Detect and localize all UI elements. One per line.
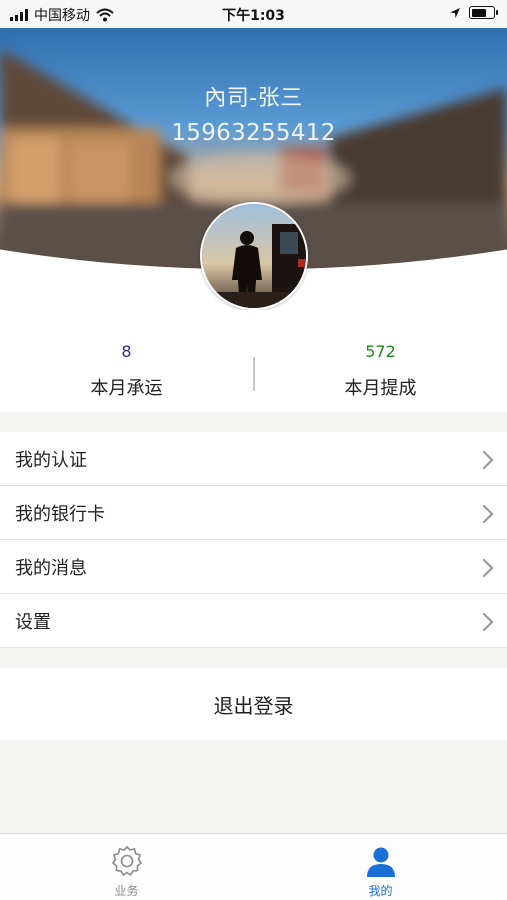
tab-bar: 业务 我的 (0, 833, 507, 900)
stat-shipments-label: 本月承运 (90, 378, 163, 399)
menu-item-messages[interactable]: 我的消息 (0, 540, 507, 594)
stat-commission[interactable]: 572 本月提成 (254, 310, 507, 412)
chevron-right-icon (482, 450, 494, 470)
chevron-right-icon (482, 504, 494, 524)
stat-commission-value: 572 (365, 342, 396, 361)
user-phone: 15963255412 (171, 120, 336, 146)
menu-item-label: 我的消息 (15, 557, 87, 579)
tab-business-label: 业务 (114, 884, 139, 898)
tab-mine[interactable]: 我的 (254, 834, 507, 900)
tab-business[interactable]: 业务 (0, 834, 253, 900)
monthly-stats: 8 本月承运 572 本月提成 (0, 310, 507, 412)
stat-commission-label: 本月提成 (344, 378, 417, 399)
location-arrow-icon (450, 7, 460, 18)
logout-button[interactable]: 退出登录 (0, 668, 507, 740)
profile-screen: 中国移动 下午1:03 內司-张三 15963255412 8 本月承运 572… (0, 0, 507, 900)
chevron-right-icon (482, 558, 494, 578)
profile-header: 內司-张三 15963255412 (0, 28, 507, 310)
menu-item-verification[interactable]: 我的认证 (0, 432, 507, 486)
gear-icon (111, 845, 143, 877)
avatar[interactable] (200, 202, 308, 310)
menu-item-label: 设置 (15, 611, 51, 633)
menu-item-label: 我的认证 (15, 449, 87, 471)
avatar-photo (202, 204, 306, 308)
battery-icon (469, 6, 498, 19)
menu-item-settings[interactable]: 设置 (0, 594, 507, 648)
person-icon (367, 847, 395, 877)
status-time: 下午1:03 (222, 8, 285, 24)
tab-mine-label: 我的 (368, 884, 393, 898)
user-name: 內司-张三 (204, 86, 303, 111)
stat-shipments[interactable]: 8 本月承运 (0, 310, 253, 412)
menu-item-bank-card[interactable]: 我的银行卡 (0, 486, 507, 540)
menu-item-label: 我的银行卡 (15, 503, 105, 525)
profile-menu: 我的认证 我的银行卡 我的消息 设置 (0, 432, 507, 648)
status-right (449, 6, 498, 19)
stat-shipments-value: 8 (121, 342, 132, 361)
chevron-right-icon (482, 612, 494, 632)
status-bar: 中国移动 下午1:03 (0, 0, 507, 28)
